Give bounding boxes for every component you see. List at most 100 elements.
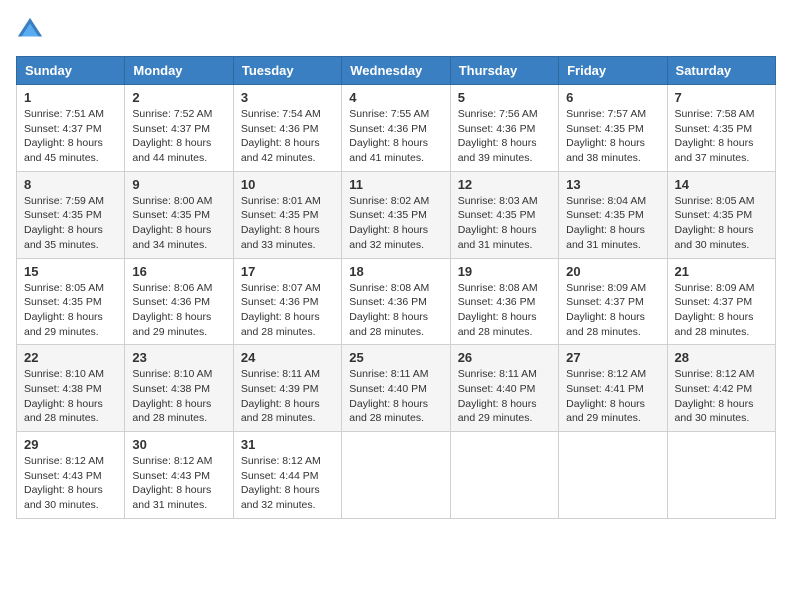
calendar-cell: 30 Sunrise: 8:12 AMSunset: 4:43 PMDayligh… [125,432,233,519]
day-info: Sunrise: 8:03 AMSunset: 4:35 PMDaylight:… [458,194,551,253]
day-number: 29 [24,437,117,452]
day-number: 22 [24,350,117,365]
calendar-cell: 31 Sunrise: 8:12 AMSunset: 4:44 PMDayligh… [233,432,341,519]
day-number: 30 [132,437,225,452]
calendar-week-2: 8 Sunrise: 7:59 AMSunset: 4:35 PMDaylight… [17,171,776,258]
day-number: 26 [458,350,551,365]
day-number: 13 [566,177,659,192]
calendar-cell: 8 Sunrise: 7:59 AMSunset: 4:35 PMDaylight… [17,171,125,258]
calendar-cell [342,432,450,519]
day-info: Sunrise: 8:02 AMSunset: 4:35 PMDaylight:… [349,194,442,253]
day-info: Sunrise: 8:04 AMSunset: 4:35 PMDaylight:… [566,194,659,253]
calendar-week-3: 15Sunrise: 8:05 AMSunset: 4:35 PMDayligh… [17,258,776,345]
day-info: Sunrise: 8:05 AMSunset: 4:35 PMDaylight:… [24,281,117,340]
day-info: Sunrise: 8:11 AMSunset: 4:40 PMDaylight:… [349,367,442,426]
col-header-monday: Monday [125,57,233,85]
day-number: 4 [349,90,442,105]
day-info: Sunrise: 8:10 AMSunset: 4:38 PMDaylight:… [24,367,117,426]
calendar-cell: 3 Sunrise: 7:54 AMSunset: 4:36 PMDaylight… [233,85,341,172]
day-number: 3 [241,90,334,105]
col-header-tuesday: Tuesday [233,57,341,85]
calendar-cell: 12Sunrise: 8:03 AMSunset: 4:35 PMDayligh… [450,171,558,258]
day-number: 18 [349,264,442,279]
calendar-cell: 19 Sunrise: 8:08 AMSunset: 4:36 PMDayligh… [450,258,558,345]
calendar-header-row: SundayMondayTuesdayWednesdayThursdayFrid… [17,57,776,85]
day-info: Sunrise: 7:56 AMSunset: 4:36 PMDaylight:… [458,107,551,166]
day-number: 23 [132,350,225,365]
day-info: Sunrise: 8:08 AMSunset: 4:36 PMDaylight:… [349,281,442,340]
day-info: Sunrise: 7:57 AMSunset: 4:35 PMDaylight:… [566,107,659,166]
calendar-cell: 16 Sunrise: 8:06 AMSunset: 4:36 PMDayligh… [125,258,233,345]
calendar-cell: 24 Sunrise: 8:11 AMSunset: 4:39 PMDayligh… [233,345,341,432]
calendar-cell: 23 Sunrise: 8:10 AMSunset: 4:38 PMDayligh… [125,345,233,432]
day-number: 24 [241,350,334,365]
calendar-cell: 20Sunrise: 8:09 AMSunset: 4:37 PMDayligh… [559,258,667,345]
calendar-cell: 26 Sunrise: 8:11 AMSunset: 4:40 PMDayligh… [450,345,558,432]
day-number: 28 [675,350,768,365]
logo-icon [16,16,44,44]
day-info: Sunrise: 8:01 AMSunset: 4:35 PMDaylight:… [241,194,334,253]
header [16,16,776,44]
calendar-cell: 29 Sunrise: 8:12 AMSunset: 4:43 PMDayligh… [17,432,125,519]
day-info: Sunrise: 7:59 AMSunset: 4:35 PMDaylight:… [24,194,117,253]
calendar-cell: 28 Sunrise: 8:12 AMSunset: 4:42 PMDayligh… [667,345,775,432]
day-info: Sunrise: 8:08 AMSunset: 4:36 PMDaylight:… [458,281,551,340]
calendar-week-4: 22 Sunrise: 8:10 AMSunset: 4:38 PMDayligh… [17,345,776,432]
day-number: 2 [132,90,225,105]
day-info: Sunrise: 8:11 AMSunset: 4:39 PMDaylight:… [241,367,334,426]
day-info: Sunrise: 8:12 AMSunset: 4:41 PMDaylight:… [566,367,659,426]
day-number: 25 [349,350,442,365]
day-number: 16 [132,264,225,279]
day-info: Sunrise: 8:12 AMSunset: 4:44 PMDaylight:… [241,454,334,513]
calendar-cell: 11 Sunrise: 8:02 AMSunset: 4:35 PMDayligh… [342,171,450,258]
calendar-cell: 25 Sunrise: 8:11 AMSunset: 4:40 PMDayligh… [342,345,450,432]
calendar-cell: 22 Sunrise: 8:10 AMSunset: 4:38 PMDayligh… [17,345,125,432]
day-info: Sunrise: 8:12 AMSunset: 4:43 PMDaylight:… [24,454,117,513]
col-header-sunday: Sunday [17,57,125,85]
calendar-cell: 7Sunrise: 7:58 AMSunset: 4:35 PMDaylight… [667,85,775,172]
day-info: Sunrise: 8:11 AMSunset: 4:40 PMDaylight:… [458,367,551,426]
col-header-thursday: Thursday [450,57,558,85]
day-info: Sunrise: 8:06 AMSunset: 4:36 PMDaylight:… [132,281,225,340]
calendar-cell: 17 Sunrise: 8:07 AMSunset: 4:36 PMDayligh… [233,258,341,345]
day-info: Sunrise: 8:10 AMSunset: 4:38 PMDaylight:… [132,367,225,426]
calendar-cell [667,432,775,519]
day-number: 17 [241,264,334,279]
day-info: Sunrise: 8:12 AMSunset: 4:43 PMDaylight:… [132,454,225,513]
calendar-cell: 1 Sunrise: 7:51 AMSunset: 4:37 PMDaylight… [17,85,125,172]
calendar-cell: 10 Sunrise: 8:01 AMSunset: 4:35 PMDayligh… [233,171,341,258]
day-number: 31 [241,437,334,452]
calendar-cell: 9Sunrise: 8:00 AMSunset: 4:35 PMDaylight… [125,171,233,258]
day-info: Sunrise: 7:55 AMSunset: 4:36 PMDaylight:… [349,107,442,166]
day-number: 27 [566,350,659,365]
day-number: 19 [458,264,551,279]
calendar-cell: 27 Sunrise: 8:12 AMSunset: 4:41 PMDayligh… [559,345,667,432]
calendar-cell [559,432,667,519]
day-info: Sunrise: 7:54 AMSunset: 4:36 PMDaylight:… [241,107,334,166]
logo [16,16,48,44]
day-number: 21 [675,264,768,279]
day-number: 14 [675,177,768,192]
calendar-week-1: 1 Sunrise: 7:51 AMSunset: 4:37 PMDaylight… [17,85,776,172]
calendar-table: SundayMondayTuesdayWednesdayThursdayFrid… [16,56,776,519]
calendar-cell: 6Sunrise: 7:57 AMSunset: 4:35 PMDaylight… [559,85,667,172]
day-info: Sunrise: 8:12 AMSunset: 4:42 PMDaylight:… [675,367,768,426]
day-number: 7 [675,90,768,105]
day-info: Sunrise: 7:51 AMSunset: 4:37 PMDaylight:… [24,107,117,166]
calendar-cell [450,432,558,519]
day-number: 1 [24,90,117,105]
day-info: Sunrise: 8:07 AMSunset: 4:36 PMDaylight:… [241,281,334,340]
day-number: 10 [241,177,334,192]
day-number: 5 [458,90,551,105]
day-number: 8 [24,177,117,192]
day-info: Sunrise: 8:09 AMSunset: 4:37 PMDaylight:… [675,281,768,340]
calendar-cell: 14Sunrise: 8:05 AMSunset: 4:35 PMDayligh… [667,171,775,258]
calendar-week-5: 29 Sunrise: 8:12 AMSunset: 4:43 PMDayligh… [17,432,776,519]
day-number: 11 [349,177,442,192]
day-number: 9 [132,177,225,192]
day-info: Sunrise: 8:09 AMSunset: 4:37 PMDaylight:… [566,281,659,340]
calendar-cell: 5 Sunrise: 7:56 AMSunset: 4:36 PMDaylight… [450,85,558,172]
calendar-cell: 13 Sunrise: 8:04 AMSunset: 4:35 PMDayligh… [559,171,667,258]
col-header-friday: Friday [559,57,667,85]
calendar-cell: 4 Sunrise: 7:55 AMSunset: 4:36 PMDaylight… [342,85,450,172]
